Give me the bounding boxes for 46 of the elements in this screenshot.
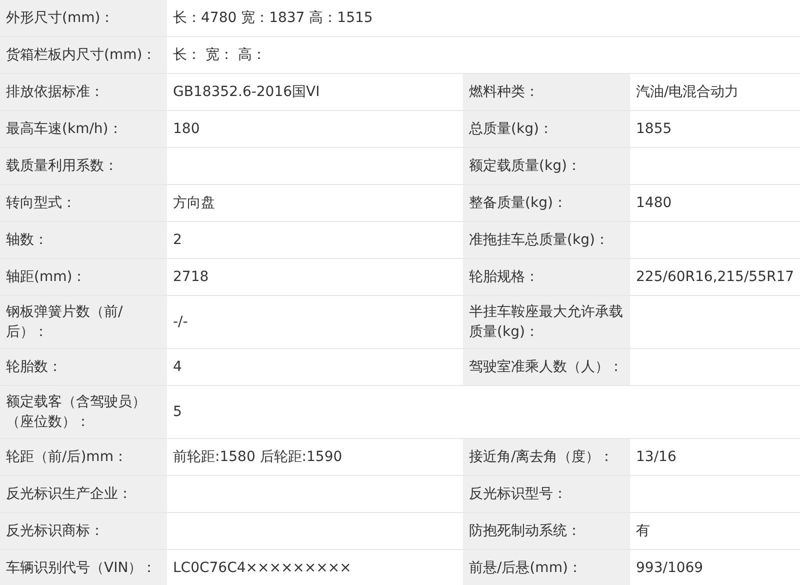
field-label: 接近角/离去角（度）： bbox=[463, 439, 630, 475]
field-value: 993/1069 bbox=[636, 559, 704, 578]
field-label: 前悬/后悬(mm)： bbox=[463, 550, 630, 585]
field-value: 1855 bbox=[636, 120, 672, 139]
field-value: 前轮距:1580 后轮距:1590 bbox=[173, 448, 342, 467]
field-label: 准拖挂车总质量(kg)： bbox=[463, 222, 630, 258]
field-label: 排放依据标准： bbox=[0, 74, 167, 110]
field-label: 载质量利用系数： bbox=[0, 148, 167, 184]
field-label: 总质量(kg)： bbox=[463, 111, 630, 147]
field-value: 有 bbox=[636, 522, 650, 541]
field-value: 4 bbox=[173, 358, 182, 377]
field-value: GB18352.6-2016国VI bbox=[173, 83, 320, 102]
field-label: 额定载质量(kg)： bbox=[463, 148, 630, 184]
field-value: 2 bbox=[173, 231, 182, 250]
field-label: 车辆识别代号（VIN）： bbox=[0, 550, 167, 585]
field-value: 5 bbox=[173, 403, 182, 422]
field-value: 13/16 bbox=[636, 448, 676, 467]
field-value: 长： 宽： 高： bbox=[173, 46, 266, 65]
field-label: 额定载客（含驾驶员）（座位数）： bbox=[0, 386, 167, 438]
field-label: 半挂车鞍座最大允许承载质量(kg)： bbox=[463, 296, 630, 348]
field-label: 外形尺寸(mm)： bbox=[0, 0, 167, 36]
field-label: 燃料种类： bbox=[463, 74, 630, 110]
field-label: 轮胎数： bbox=[0, 349, 167, 385]
field-value: LC0C76C4××××××××× bbox=[173, 559, 352, 578]
field-label: 转向型式： bbox=[0, 185, 167, 221]
field-value: 225/60R16,215/55R17 bbox=[636, 268, 794, 287]
field-label: 轮距（前/后)mm： bbox=[0, 439, 167, 475]
field-label: 轴数： bbox=[0, 222, 167, 258]
field-label: 最高车速(km/h)： bbox=[0, 111, 167, 147]
field-value: 汽油/电混合动力 bbox=[636, 83, 739, 102]
field-label: 反光标识生产企业： bbox=[0, 476, 167, 512]
field-label: 轴距(mm)： bbox=[0, 259, 167, 295]
field-label: 轮胎规格： bbox=[463, 259, 630, 295]
field-value: 1480 bbox=[636, 194, 672, 213]
field-label: 反光标识型号： bbox=[463, 476, 630, 512]
field-value: -/- bbox=[173, 313, 188, 332]
field-label: 驾驶室准乘人数（人）： bbox=[463, 349, 630, 385]
field-value: 2718 bbox=[173, 268, 209, 287]
field-value: 方向盘 bbox=[173, 194, 215, 213]
field-label: 反光标识商标： bbox=[0, 513, 167, 549]
field-label: 防抱死制动系统： bbox=[463, 513, 630, 549]
field-label: 整备质量(kg)： bbox=[463, 185, 630, 221]
field-value: 长：4780 宽：1837 高：1515 bbox=[173, 9, 373, 28]
field-label: 货箱栏板内尺寸(mm)： bbox=[0, 37, 167, 73]
field-value: 180 bbox=[173, 120, 200, 139]
field-label: 钢板弹簧片数（前/后）： bbox=[0, 296, 167, 348]
